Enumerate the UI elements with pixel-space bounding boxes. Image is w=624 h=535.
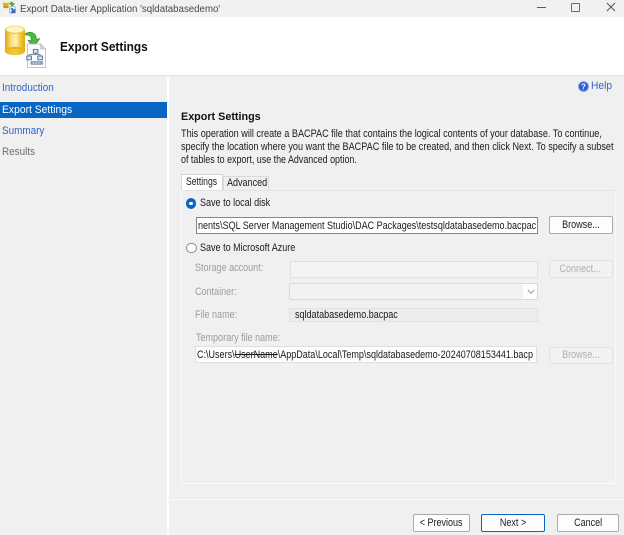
svg-text:?: ? (581, 82, 586, 91)
